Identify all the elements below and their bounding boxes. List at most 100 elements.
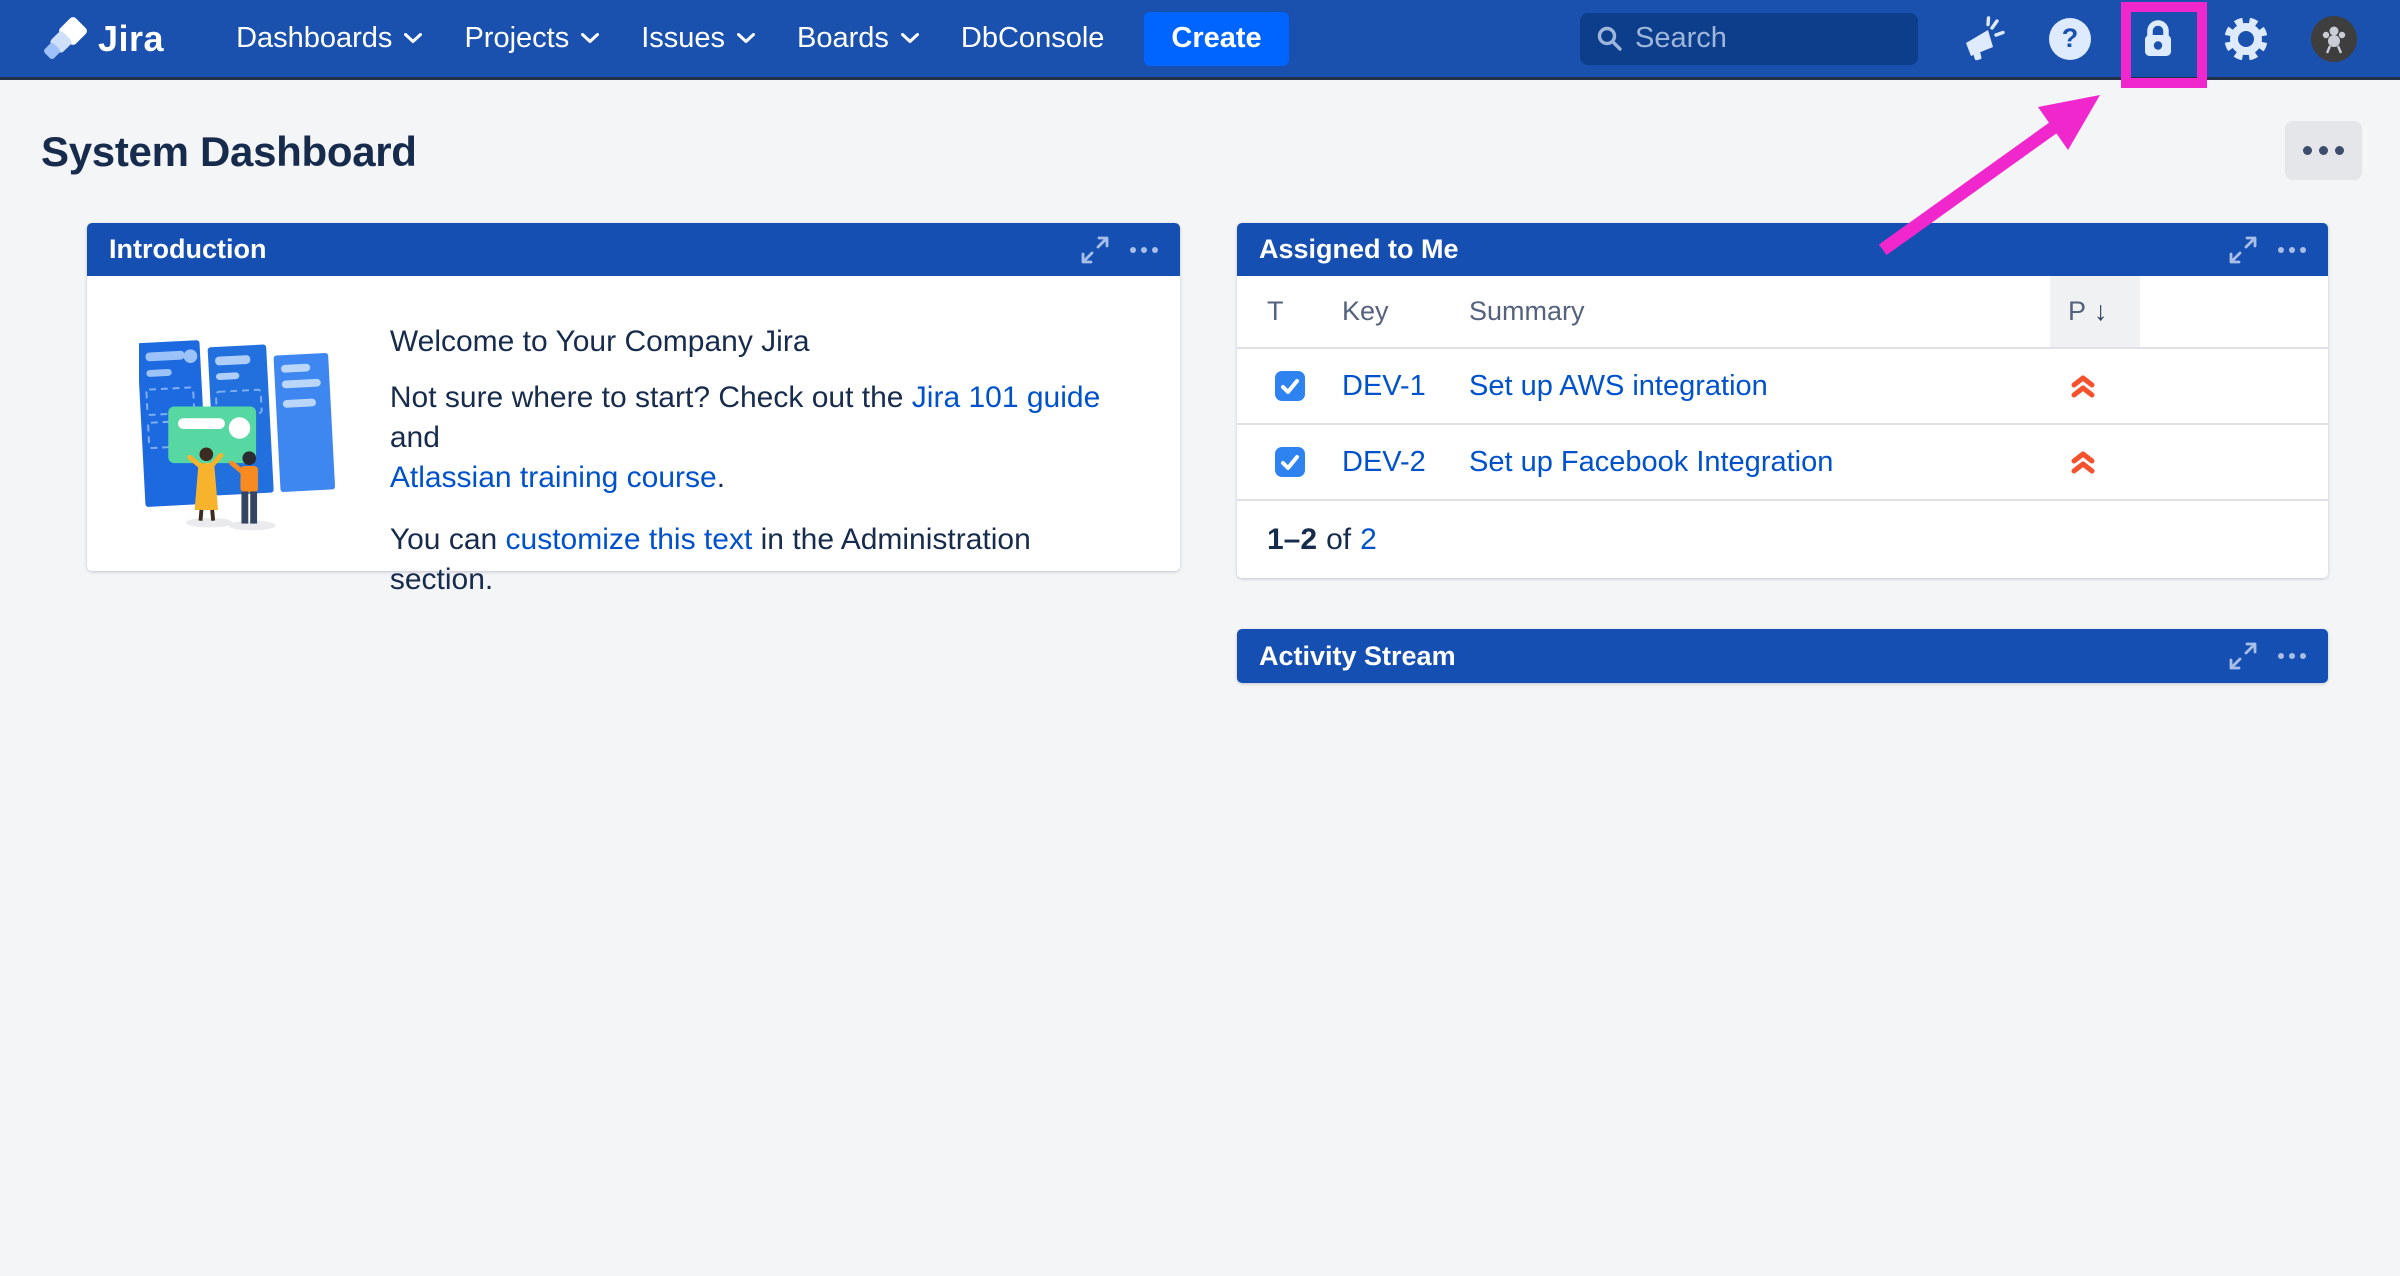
jira-logo-text: Jira bbox=[98, 18, 164, 60]
assigned-to-me-gadget: Assigned to Me T Key Summary P ↓ bbox=[1237, 223, 2328, 578]
introduction-title: Introduction bbox=[109, 234, 266, 265]
create-button[interactable]: Create bbox=[1144, 12, 1288, 66]
issue-priority-cell bbox=[2050, 425, 2140, 499]
dashboard-more-options-button[interactable] bbox=[2285, 121, 2362, 180]
assigned-to-me-title: Assigned to Me bbox=[1259, 234, 1459, 265]
welcome-line: Welcome to Your Company Jira bbox=[390, 322, 1140, 362]
nav-projects-label: Projects bbox=[464, 22, 569, 55]
search-input[interactable] bbox=[1635, 22, 1902, 55]
jira-101-guide-link[interactable]: Jira 101 guide bbox=[912, 381, 1100, 414]
introduction-gadget: Introduction bbox=[87, 223, 1180, 571]
search-icon bbox=[1596, 25, 1623, 52]
pagination-of-label: of bbox=[1326, 523, 1351, 557]
nav-dbconsole[interactable]: DbConsole bbox=[961, 22, 1104, 55]
gadget-header-actions bbox=[1080, 235, 1158, 265]
nav-dashboards-label: Dashboards bbox=[236, 22, 392, 55]
welcome-illustration bbox=[139, 316, 346, 538]
priority-highest-icon bbox=[2068, 373, 2098, 400]
megaphone-icon bbox=[1959, 16, 2005, 62]
column-header-priority[interactable]: P ↓ bbox=[2050, 276, 2140, 347]
issue-row: DEV-1 Set up AWS integration bbox=[1237, 349, 2328, 425]
nav-boards[interactable]: Boards bbox=[797, 22, 919, 55]
more-options-icon bbox=[2278, 653, 2306, 659]
avatar-pattern-icon bbox=[2317, 22, 2351, 56]
pagination-total-link[interactable]: 2 bbox=[1360, 523, 1377, 557]
issue-type-cell bbox=[1237, 447, 1342, 477]
task-type-icon[interactable] bbox=[1275, 371, 1305, 401]
user-avatar[interactable] bbox=[2310, 15, 2358, 63]
pagination-range: 1–2 bbox=[1267, 523, 1317, 557]
issue-key-cell: DEV-2 bbox=[1342, 446, 1469, 479]
introduction-gadget-header: Introduction bbox=[87, 223, 1180, 276]
nav-dashboards[interactable]: Dashboards bbox=[236, 22, 422, 55]
jira-logo-icon bbox=[44, 17, 88, 61]
more-options-icon bbox=[2303, 146, 2344, 155]
introduction-text: Welcome to Your Company Jira Not sure wh… bbox=[390, 316, 1140, 571]
jira-system-dashboard-page: Jira Dashboards Projects Issues Boards D… bbox=[0, 0, 2400, 1276]
column-header-key[interactable]: Key bbox=[1342, 296, 1469, 327]
issue-summary-link[interactable]: Set up Facebook Integration bbox=[1469, 446, 1833, 478]
nav-boards-label: Boards bbox=[797, 22, 889, 55]
expand-gadget-button[interactable] bbox=[2228, 235, 2258, 265]
help-button[interactable]: ? bbox=[2046, 15, 2094, 63]
chevron-down-icon bbox=[581, 33, 599, 44]
more-options-icon bbox=[1130, 247, 1158, 253]
sort-descending-icon: ↓ bbox=[2094, 296, 2108, 327]
lock-icon bbox=[2137, 17, 2179, 61]
expand-icon bbox=[2228, 235, 2258, 265]
issue-key-link[interactable]: DEV-1 bbox=[1342, 370, 1426, 402]
customize-text-link[interactable]: customize this text bbox=[506, 523, 753, 556]
issue-priority-cell bbox=[2050, 349, 2140, 423]
issue-table-header: T Key Summary P ↓ bbox=[1237, 276, 2328, 349]
issue-summary-cell: Set up Facebook Integration bbox=[1469, 446, 2050, 479]
nav-icon-group: ? bbox=[1958, 15, 2358, 63]
gadget-header-actions bbox=[2228, 641, 2306, 671]
gadget-header-actions bbox=[2228, 235, 2306, 265]
settings-button[interactable] bbox=[2222, 15, 2270, 63]
page-title: System Dashboard bbox=[41, 128, 417, 176]
priority-highest-icon bbox=[2068, 449, 2098, 476]
expand-icon bbox=[1080, 235, 1110, 265]
activity-stream-gadget: Activity Stream bbox=[1237, 629, 2328, 683]
gadget-menu-button[interactable] bbox=[2278, 247, 2306, 253]
jira-logo[interactable]: Jira bbox=[44, 17, 164, 61]
nav-projects[interactable]: Projects bbox=[464, 22, 599, 55]
nav-issues[interactable]: Issues bbox=[641, 22, 755, 55]
expand-gadget-button[interactable] bbox=[2228, 641, 2258, 671]
gadget-menu-button[interactable] bbox=[2278, 653, 2306, 659]
expand-gadget-button[interactable] bbox=[1080, 235, 1110, 265]
nav-dbconsole-label: DbConsole bbox=[961, 22, 1104, 55]
issue-summary-cell: Set up AWS integration bbox=[1469, 370, 2050, 403]
issue-row: DEV-2 Set up Facebook Integration bbox=[1237, 425, 2328, 501]
chevron-down-icon bbox=[404, 33, 422, 44]
expand-icon bbox=[2228, 641, 2258, 671]
column-header-summary[interactable]: Summary bbox=[1469, 296, 2050, 327]
top-navigation-bar: Jira Dashboards Projects Issues Boards D… bbox=[0, 0, 2400, 80]
issue-summary-link[interactable]: Set up AWS integration bbox=[1469, 370, 1768, 402]
chevron-down-icon bbox=[901, 33, 919, 44]
column-header-type[interactable]: T bbox=[1237, 296, 1342, 327]
issue-key-cell: DEV-1 bbox=[1342, 370, 1469, 403]
activity-stream-title: Activity Stream bbox=[1259, 641, 1456, 672]
gadget-menu-button[interactable] bbox=[1130, 247, 1158, 253]
getting-started-line: Not sure where to start? Check out the J… bbox=[390, 378, 1140, 498]
announcements-button[interactable] bbox=[1958, 15, 2006, 63]
admin-lock-button[interactable] bbox=[2134, 15, 2182, 63]
pagination: 1–2 of 2 bbox=[1237, 501, 2328, 578]
customize-line: You can customize this text in the Admin… bbox=[390, 520, 1140, 600]
activity-stream-header: Activity Stream bbox=[1237, 629, 2328, 683]
search-box[interactable] bbox=[1580, 13, 1918, 65]
avatar bbox=[2311, 16, 2357, 62]
help-icon: ? bbox=[2049, 18, 2091, 60]
assigned-to-me-header: Assigned to Me bbox=[1237, 223, 2328, 276]
issue-key-link[interactable]: DEV-2 bbox=[1342, 446, 1426, 478]
atlassian-training-course-link[interactable]: Atlassian training course bbox=[390, 461, 717, 494]
task-type-icon[interactable] bbox=[1275, 447, 1305, 477]
gear-icon bbox=[2223, 16, 2269, 62]
chevron-down-icon bbox=[737, 33, 755, 44]
more-options-icon bbox=[2278, 247, 2306, 253]
introduction-content: Welcome to Your Company Jira Not sure wh… bbox=[87, 276, 1180, 571]
issue-type-cell bbox=[1237, 371, 1342, 401]
nav-issues-label: Issues bbox=[641, 22, 725, 55]
primary-nav: Dashboards Projects Issues Boards DbCons… bbox=[236, 22, 1104, 55]
